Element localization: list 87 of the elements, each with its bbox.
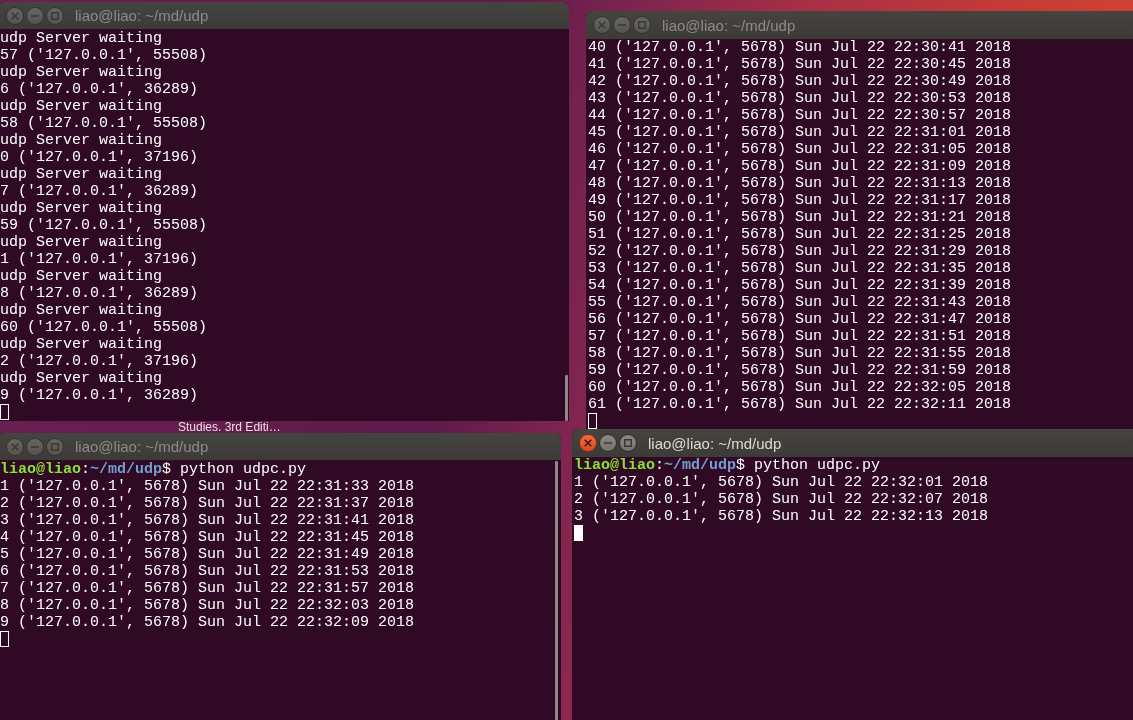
terminal-line: udp Server waiting (0, 30, 164, 47)
terminal-line: udp Server waiting (0, 132, 164, 149)
file-label[interactable]: Studies. 3rd Editi… (178, 421, 281, 433)
terminal-line: 49 ('127.0.0.1', 5678) Sun Jul 22 22:31:17 2018 (588, 192, 1013, 209)
close-button[interactable] (6, 437, 24, 456)
terminal-line: 42 ('127.0.0.1', 5678) Sun Jul 22 22:30:49 2018 (588, 73, 1013, 90)
terminal-line: 59 ('127.0.0.1', 5678) Sun Jul 22 22:31:59 2018 (588, 362, 1013, 379)
terminal-line: udp Server waiting (0, 200, 164, 217)
terminal-line: 7 ('127.0.0.1', 5678) Sun Jul 22 22:31:57 2018 (0, 580, 416, 597)
prompt-line: liao@liao:~/md/udp$ python udpc.py (0, 461, 308, 478)
close-icon (11, 11, 19, 20)
terminal-line: 8 ('127.0.0.1', 5678) Sun Jul 22 22:32:03 2018 (0, 597, 416, 614)
minimize-button[interactable] (613, 16, 631, 34)
terminal-line: 47 ('127.0.0.1', 5678) Sun Jul 22 22:31:09 2018 (588, 158, 1013, 175)
maximize-button[interactable] (46, 437, 64, 456)
terminal-line: 5 ('127.0.0.1', 5678) Sun Jul 22 22:31:49 2018 (0, 546, 416, 563)
maximize-button[interactable] (46, 6, 64, 25)
terminal-line: 2 ('127.0.0.1', 37196) (0, 353, 200, 370)
terminal-line: 56 ('127.0.0.1', 5678) Sun Jul 22 22:31:47 2018 (588, 311, 1013, 328)
terminal-line: 4 ('127.0.0.1', 5678) Sun Jul 22 22:31:45 2018 (0, 529, 416, 546)
minimize-icon (604, 439, 612, 447)
terminal-line: udp Server waiting (0, 64, 164, 81)
terminal-line: udp Server waiting (0, 336, 164, 353)
close-button[interactable] (579, 434, 597, 452)
terminal-line: 60 ('127.0.0.1', 5678) Sun Jul 22 22:32:05 2018 (588, 379, 1013, 396)
terminal-line: 9 ('127.0.0.1', 5678) Sun Jul 22 22:32:09 2018 (0, 614, 416, 631)
terminal-line: 61 ('127.0.0.1', 5678) Sun Jul 22 22:32:11 2018 (588, 396, 1013, 413)
terminal-line: 1 ('127.0.0.1', 5678) Sun Jul 22 22:31:33 2018 (0, 478, 416, 495)
scrollbar-thumb[interactable] (555, 461, 558, 720)
scrollbar-thumb[interactable] (565, 375, 568, 421)
terminal-line: 41 ('127.0.0.1', 5678) Sun Jul 22 22:30:45 2018 (588, 56, 1013, 73)
terminal-line: 53 ('127.0.0.1', 5678) Sun Jul 22 22:31:35 2018 (588, 260, 1013, 277)
minimize-icon (618, 21, 626, 29)
terminal-line: udp Server waiting (0, 302, 164, 319)
terminal-line: 43 ('127.0.0.1', 5678) Sun Jul 22 22:30:53 2018 (588, 90, 1013, 107)
terminal-line: 40 ('127.0.0.1', 5678) Sun Jul 22 22:30:41 2018 (588, 39, 1013, 56)
terminal-line: 2 ('127.0.0.1', 5678) Sun Jul 22 22:32:07 2018 (574, 491, 990, 508)
terminal-line: 46 ('127.0.0.1', 5678) Sun Jul 22 22:31:05 2018 (588, 141, 1013, 158)
terminal-line: 1 ('127.0.0.1', 37196) (0, 251, 200, 268)
terminal-line: 1 ('127.0.0.1', 5678) Sun Jul 22 22:32:01 2018 (574, 474, 990, 491)
terminal-line: 55 ('127.0.0.1', 5678) Sun Jul 22 22:31:43 2018 (588, 294, 1013, 311)
terminal-line: 8 ('127.0.0.1', 36289) (0, 285, 200, 302)
terminal-line: 48 ('127.0.0.1', 5678) Sun Jul 22 22:31:13 2018 (588, 175, 1013, 192)
terminal-line: 0 ('127.0.0.1', 37196) (0, 149, 200, 166)
terminal-line: 3 ('127.0.0.1', 5678) Sun Jul 22 22:32:13 2018 (574, 508, 990, 525)
terminal-line: 51 ('127.0.0.1', 5678) Sun Jul 22 22:31:25 2018 (588, 226, 1013, 243)
window-title: liao@liao: ~/md/udp (75, 7, 209, 24)
maximize-icon (638, 21, 646, 29)
maximize-icon (51, 11, 59, 20)
close-button[interactable] (593, 16, 611, 34)
terminal-line: udp Server waiting (0, 268, 164, 285)
terminal-line: 59 ('127.0.0.1', 55508) (0, 217, 209, 234)
terminal-line: 58 ('127.0.0.1', 55508) (0, 115, 209, 132)
window-title: liao@liao: ~/md/udp (662, 16, 796, 34)
terminal-line: 58 ('127.0.0.1', 5678) Sun Jul 22 22:31:55 2018 (588, 345, 1013, 362)
close-icon (584, 439, 592, 447)
terminal-line: 57 ('127.0.0.1', 5678) Sun Jul 22 22:31:51 2018 (588, 328, 1013, 345)
close-icon (11, 442, 19, 451)
minimize-button[interactable] (26, 437, 44, 456)
terminal-line: 45 ('127.0.0.1', 5678) Sun Jul 22 22:31:01 2018 (588, 124, 1013, 141)
terminal-line: udp Server waiting (0, 166, 164, 183)
terminal-line: 6 ('127.0.0.1', 5678) Sun Jul 22 22:31:53 2018 (0, 563, 416, 580)
terminal-line: 7 ('127.0.0.1', 36289) (0, 183, 200, 200)
terminal-line: 54 ('127.0.0.1', 5678) Sun Jul 22 22:31:39 2018 (588, 277, 1013, 294)
terminal-line: 9 ('127.0.0.1', 36289) (0, 387, 200, 404)
terminal-line: 6 ('127.0.0.1', 36289) (0, 81, 200, 98)
maximize-icon (51, 442, 59, 451)
minimize-button[interactable] (26, 6, 44, 25)
maximize-icon (624, 439, 632, 447)
close-button[interactable] (6, 6, 24, 25)
terminal-line: udp Server waiting (0, 98, 164, 115)
maximize-button[interactable] (633, 16, 651, 34)
terminal-line: udp Server waiting (0, 370, 164, 387)
terminal-line: udp Server waiting (0, 234, 164, 251)
window-title: liao@liao: ~/md/udp (648, 434, 782, 452)
window-title: liao@liao: ~/md/udp (75, 438, 209, 455)
terminal-line: 57 ('127.0.0.1', 55508) (0, 47, 209, 64)
terminal-line: 44 ('127.0.0.1', 5678) Sun Jul 22 22:30:57 2018 (588, 107, 1013, 124)
minimize-button[interactable] (599, 434, 617, 452)
terminal-line: 3 ('127.0.0.1', 5678) Sun Jul 22 22:31:41 2018 (0, 512, 416, 529)
terminal-line: 2 ('127.0.0.1', 5678) Sun Jul 22 22:31:37 2018 (0, 495, 416, 512)
terminal-line: 60 ('127.0.0.1', 55508) (0, 319, 209, 336)
prompt-line: liao@liao:~/md/udp$ python udpc.py (574, 457, 882, 474)
close-icon (598, 21, 606, 29)
maximize-button[interactable] (619, 434, 637, 452)
terminal-line: 52 ('127.0.0.1', 5678) Sun Jul 22 22:31:29 2018 (588, 243, 1013, 260)
terminal-line: 50 ('127.0.0.1', 5678) Sun Jul 22 22:31:21 2018 (588, 209, 1013, 226)
